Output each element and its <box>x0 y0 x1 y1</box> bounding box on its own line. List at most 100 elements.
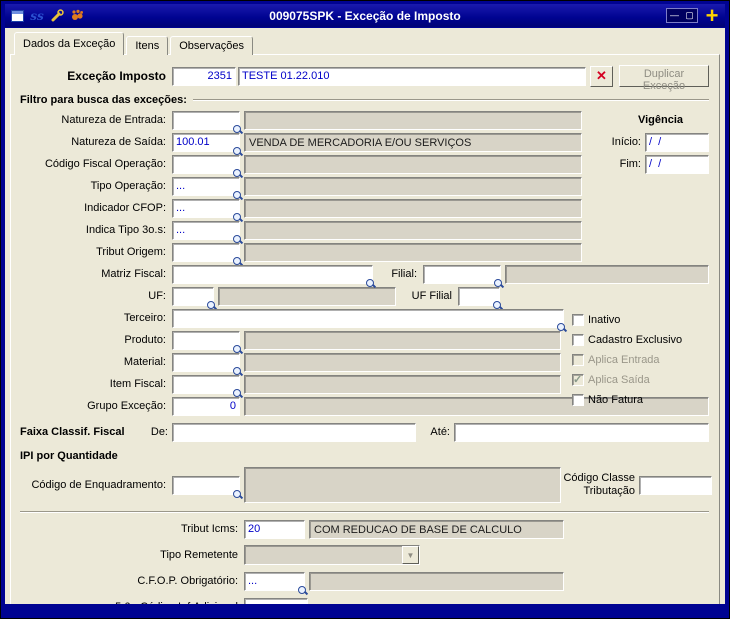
inicio-slot: Início: <box>582 132 709 152</box>
row-natureza-entrada: Natureza de Entrada: Vigência <box>20 109 709 133</box>
indica-tipo-3os-label: Indica Tipo 3o.s: <box>85 224 166 236</box>
window-controls: — ▢ + <box>666 4 721 26</box>
paw-icon[interactable] <box>69 8 85 23</box>
produto-label: Produto: <box>124 334 166 346</box>
natureza-saida-wrap <box>172 132 241 155</box>
filial-code-input[interactable] <box>423 264 501 284</box>
grupo-excecao-input[interactable] <box>172 396 240 416</box>
vigencia-inicio-input[interactable] <box>645 132 709 152</box>
lookup-icon[interactable] <box>233 388 241 397</box>
tab-dados-da-excecao[interactable]: Dados da Exceção <box>14 32 125 55</box>
tab-observacoes[interactable]: Observações <box>170 36 254 55</box>
excecao-codigo-input[interactable] <box>172 66 236 86</box>
ipi-section-title: IPI por Quantidade <box>20 450 118 462</box>
program-icon[interactable]: ss <box>29 8 45 23</box>
clear-button[interactable]: ✕ <box>590 65 613 87</box>
matriz-fiscal-input[interactable] <box>172 264 373 284</box>
cfop-obrigatorio-desc <box>309 571 564 591</box>
codigo-inf-adicional-input[interactable] <box>244 597 308 604</box>
indicador-cfop-label: Indicador CFOP: <box>84 202 166 214</box>
uf-filial-label: UF Filial <box>411 290 452 302</box>
excecao-descricao-input[interactable] <box>238 66 586 86</box>
checkbox-box[interactable] <box>572 394 584 406</box>
codigo-classe-tributacao-input[interactable] <box>639 475 712 495</box>
wrench-icon[interactable] <box>49 8 65 23</box>
faixa-ate-label: Até: <box>430 426 450 438</box>
checkbox-group: Inativo Cadastro Exclusivo Aplica Entrad… <box>572 310 722 410</box>
ipi-section-heading: IPI por Quantidade <box>20 447 709 465</box>
codigo-enquadramento-input[interactable] <box>172 475 240 495</box>
uf-wrap <box>172 286 215 309</box>
lookup-icon[interactable] <box>233 344 241 353</box>
uf-filial-wrap <box>458 286 501 309</box>
faixa-de-input[interactable] <box>172 422 416 442</box>
codigo-enquadramento-desc <box>244 467 561 503</box>
chevron-down-icon[interactable]: ▼ <box>402 546 419 564</box>
tipo-operacao-label: Tipo Operação: <box>90 180 166 192</box>
tribut-origem-input[interactable] <box>172 242 240 262</box>
checkbox-inativo[interactable]: Inativo <box>572 310 722 330</box>
checkbox-aplica-entrada: Aplica Entrada <box>572 350 722 370</box>
checkbox-box[interactable] <box>572 334 584 346</box>
duplicar-excecao-button[interactable]: Duplicar Exceção <box>619 65 709 92</box>
lookup-icon[interactable] <box>233 489 241 498</box>
lookup-icon[interactable] <box>366 278 374 287</box>
natureza-saida-code-input[interactable] <box>172 132 240 152</box>
minimize-button[interactable]: — <box>667 9 682 22</box>
lookup-icon[interactable] <box>207 300 215 309</box>
checkbox-cadastro-exclusivo[interactable]: Cadastro Exclusivo <box>572 330 722 350</box>
row-codigo-enquadramento: Código de Enquadramento: Código Classe T… <box>20 465 712 505</box>
lookup-icon[interactable] <box>298 585 306 594</box>
codigo-enquadramento-label: Código de Enquadramento: <box>31 479 166 491</box>
checkbox-nao-fatura[interactable]: Não Fatura <box>572 390 722 410</box>
faixa-ate-input[interactable] <box>454 422 709 442</box>
natureza-entrada-code-input[interactable] <box>172 110 240 130</box>
item-fiscal-input[interactable] <box>172 374 240 394</box>
inicio-label: Início: <box>611 136 641 148</box>
lookup-icon[interactable] <box>233 256 241 265</box>
row-codigo-fiscal-operacao: Código Fiscal Operação: Fim: <box>20 153 709 177</box>
codigo-fiscal-operacao-input[interactable] <box>172 154 240 174</box>
checkbox-box <box>572 373 584 386</box>
tribut-icms-input[interactable] <box>244 519 305 539</box>
cfop-obrigatorio-input[interactable] <box>244 571 305 591</box>
faixa-title: Faixa Classif. Fiscal <box>20 426 125 438</box>
lookup-icon[interactable] <box>233 190 241 199</box>
indica-tipo-3os-input[interactable] <box>172 220 240 240</box>
checkbox-label: Inativo <box>588 314 621 326</box>
row-uf: UF: UF Filial <box>20 285 709 309</box>
checkbox-label: Aplica Saída <box>588 374 650 386</box>
plus-button[interactable]: + <box>703 4 721 26</box>
lookup-icon[interactable] <box>493 300 501 309</box>
lookup-icon[interactable] <box>233 124 241 133</box>
maximize-button[interactable]: ▢ <box>682 9 697 22</box>
tab-strip: Dados da Exceção Itens Observações <box>10 32 720 55</box>
tipo-operacao-input[interactable] <box>172 176 240 196</box>
produto-input[interactable] <box>172 330 240 350</box>
lookup-icon[interactable] <box>233 366 241 375</box>
indica-tipo-3os-wrap <box>172 220 241 243</box>
uf-desc <box>218 286 396 306</box>
lookup-icon[interactable] <box>233 168 241 177</box>
lookup-icon[interactable] <box>233 212 241 221</box>
tab-itens[interactable]: Itens <box>126 36 169 55</box>
vigencia-fim-input[interactable] <box>645 154 709 174</box>
checkbox-box[interactable] <box>572 314 584 326</box>
natureza-saida-desc: VENDA DE MERCADORIA E/OU SERVIÇOS <box>244 132 582 152</box>
material-input[interactable] <box>172 352 240 372</box>
row-matriz-fiscal: Matriz Fiscal: Filial: <box>20 263 709 287</box>
lookup-icon[interactable] <box>233 234 241 243</box>
codigo-fiscal-wrap <box>172 154 241 177</box>
indicador-cfop-input[interactable] <box>172 198 240 218</box>
lookup-icon[interactable] <box>233 146 241 155</box>
form-icon[interactable] <box>9 8 25 23</box>
section-rule <box>192 99 709 101</box>
natureza-entrada-wrap <box>172 110 241 133</box>
lookup-icon[interactable] <box>494 278 502 287</box>
enquadramento-wrap <box>172 475 241 498</box>
tipo-remetente-select[interactable]: ▼ <box>244 545 420 565</box>
row-tribut-icms: Tribut Icms: COM REDUCAO DE BASE DE CALC… <box>20 516 709 542</box>
terceiro-input[interactable] <box>172 308 564 328</box>
lookup-icon[interactable] <box>557 322 565 331</box>
codigo-fiscal-operacao-label: Código Fiscal Operação: <box>44 158 166 170</box>
